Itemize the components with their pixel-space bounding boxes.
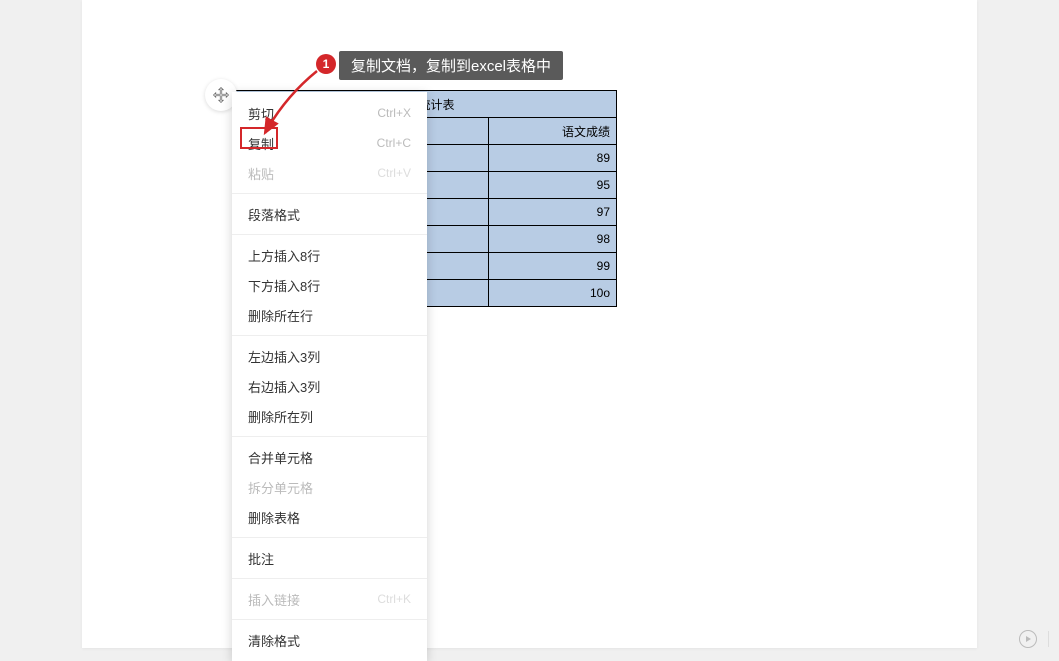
menu-item-insert-link[interactable]: 插入链接 Ctrl+K xyxy=(232,584,427,614)
context-menu: 剪切 Ctrl+X 复制 Ctrl+C 粘贴 Ctrl+V 段落格式 上方插入8… xyxy=(232,92,427,661)
menu-label: 删除表格 xyxy=(248,508,300,527)
score-cell: 95 xyxy=(489,172,617,199)
score-cell: 10o xyxy=(489,280,617,307)
column-header: 语文成绩 xyxy=(489,118,617,145)
menu-label: 拆分单元格 xyxy=(248,478,313,497)
score-cell: 89 xyxy=(489,145,617,172)
menu-label: 复制 xyxy=(248,134,274,153)
menu-item-merge-cells[interactable]: 合并单元格 xyxy=(232,442,427,472)
menu-divider xyxy=(232,193,427,194)
document-canvas[interactable]: 成绩统计表 语文成绩 89 95 97 98 99 10o 剪切 Ctrl+X … xyxy=(82,0,977,648)
menu-divider xyxy=(232,537,427,538)
menu-shortcut: Ctrl+V xyxy=(377,166,411,180)
menu-item-comment[interactable]: 批注 xyxy=(232,543,427,573)
menu-label: 合并单元格 xyxy=(248,448,313,467)
menu-divider xyxy=(232,436,427,437)
menu-item-paragraph-format[interactable]: 段落格式 xyxy=(232,199,427,229)
menu-label: 批注 xyxy=(248,549,274,568)
menu-label: 剪切 xyxy=(248,104,274,123)
score-cell: 98 xyxy=(489,226,617,253)
menu-label: 插入链接 xyxy=(248,590,300,609)
menu-item-paste[interactable]: 粘贴 Ctrl+V xyxy=(232,158,427,188)
menu-shortcut: Ctrl+K xyxy=(377,592,411,606)
menu-item-insert-rows-above[interactable]: 上方插入8行 xyxy=(232,240,427,270)
menu-label: 上方插入8行 xyxy=(248,246,320,265)
menu-shortcut: Ctrl+C xyxy=(377,136,411,150)
separator xyxy=(1048,631,1049,647)
score-cell: 97 xyxy=(489,199,617,226)
menu-item-insert-cols-left[interactable]: 左边插入3列 xyxy=(232,341,427,371)
annotation-badge: 1 xyxy=(316,54,336,74)
menu-label: 右边插入3列 xyxy=(248,377,320,396)
menu-item-delete-row[interactable]: 删除所在行 xyxy=(232,300,427,330)
menu-item-clear-format[interactable]: 清除格式 xyxy=(232,625,427,655)
menu-label: 左边插入3列 xyxy=(248,347,320,366)
menu-divider xyxy=(232,619,427,620)
menu-divider xyxy=(232,234,427,235)
menu-item-cut[interactable]: 剪切 Ctrl+X xyxy=(232,98,427,128)
score-cell: 99 xyxy=(489,253,617,280)
menu-label: 删除所在列 xyxy=(248,407,313,426)
menu-item-split-cells[interactable]: 拆分单元格 xyxy=(232,472,427,502)
menu-divider xyxy=(232,335,427,336)
menu-item-insert-rows-below[interactable]: 下方插入8行 xyxy=(232,270,427,300)
menu-label: 删除所在行 xyxy=(248,306,313,325)
menu-divider xyxy=(232,578,427,579)
play-icon[interactable] xyxy=(1019,630,1037,648)
menu-item-copy[interactable]: 复制 Ctrl+C xyxy=(232,128,427,158)
menu-shortcut: Ctrl+X xyxy=(377,106,411,120)
menu-item-insert-cols-right[interactable]: 右边插入3列 xyxy=(232,371,427,401)
menu-label: 清除格式 xyxy=(248,631,300,650)
menu-item-delete-table[interactable]: 删除表格 xyxy=(232,502,427,532)
move-icon xyxy=(212,86,230,104)
menu-label: 粘贴 xyxy=(248,164,274,183)
annotation-tooltip: 复制文档，复制到excel表格中 xyxy=(339,51,563,80)
menu-label: 下方插入8行 xyxy=(248,276,320,295)
menu-item-delete-col[interactable]: 删除所在列 xyxy=(232,401,427,431)
menu-label: 段落格式 xyxy=(248,205,300,224)
